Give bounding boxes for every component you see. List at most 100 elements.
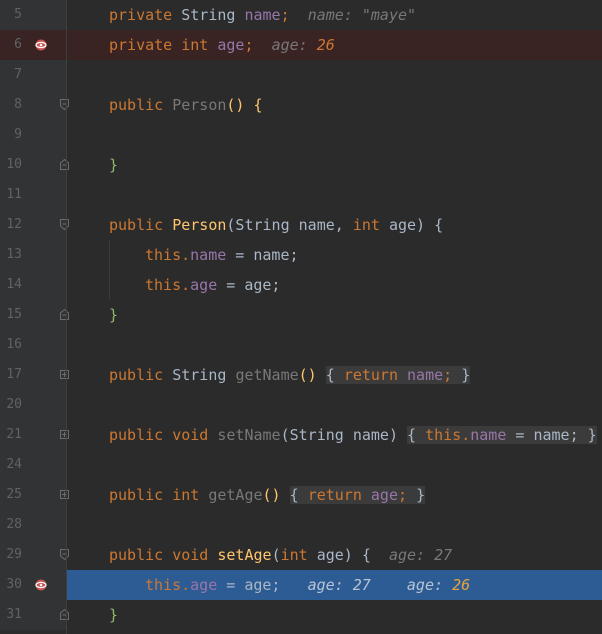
code-line[interactable]: 15 } [0,300,602,330]
type: int [172,486,209,504]
method-name: setName [217,426,281,444]
gutter[interactable]: 30 [0,570,66,600]
brace: } [109,156,119,174]
code-line[interactable]: 10 } [0,150,602,180]
code-text[interactable]: private int age; age: 26 [109,30,335,60]
code-text[interactable]: } [109,300,118,330]
keyword: return [307,486,371,504]
gutter[interactable]: 29 [0,540,69,570]
method-name: setAge [217,546,272,564]
brace: } [109,606,119,624]
code-line[interactable]: 12 public Person(String name, int age) { [0,210,602,240]
brace: { [289,486,308,504]
fold-icon[interactable] [60,609,69,620]
fold-icon[interactable] [60,430,69,439]
code-text[interactable]: this.name = name; [145,240,299,270]
folded-region[interactable]: { this.name = name; } [407,426,597,444]
code-text[interactable]: } [109,150,118,180]
fold-icon[interactable] [60,309,69,320]
code-text[interactable]: public void setAge(int age) { age: 27 [109,540,452,570]
code-text[interactable]: this.age = age; [145,270,280,300]
code-text[interactable]: this.age = age; age: 27 age: 26 [145,570,470,600]
code-editor[interactable]: 5 private String name; name: "maye" 6 pr… [0,0,602,634]
code-text[interactable]: public Person(String name, int age) { [109,210,443,240]
inline-value-label: name: [307,6,362,24]
line-number: 31 [6,607,22,622]
field-name: name [244,6,281,24]
code-text[interactable]: private String name; name: "maye" [109,0,416,30]
gutter[interactable]: 24 [0,450,66,480]
fold-icon[interactable] [60,549,69,560]
code-line-breakpoint[interactable]: 6 private int age; age: 26 [0,30,602,60]
inline-value-label: age: [388,546,435,564]
gutter[interactable]: 10 [0,150,69,180]
fold-icon[interactable] [60,490,69,499]
field-name: name [470,426,507,444]
keyword: public [109,426,173,444]
fold-icon[interactable] [60,99,69,110]
code-text[interactable]: public String getName() { return name; } [109,360,471,390]
keyword: this. [425,426,471,444]
code-line-execution-point[interactable]: 30 this.age = age; age: 27 age: 26 [0,570,602,600]
fold-icon[interactable] [60,219,69,230]
gutter[interactable]: 11 [0,180,66,210]
params: (String name) [280,426,408,444]
gutter[interactable]: 5 [0,0,66,30]
code-line[interactable]: 14 this.age = age; [0,270,602,300]
folded-region[interactable]: { return age; } [289,486,426,504]
code-line[interactable]: 5 private String name; name: "maye" [0,0,602,30]
fold-icon[interactable] [60,159,69,170]
gutter[interactable]: 31 [0,600,69,630]
code-line[interactable]: 13 this.name = name; [0,240,602,270]
gutter[interactable]: 12 [0,210,69,240]
gutter[interactable]: 9 [0,120,66,150]
keyword: private [109,36,182,54]
code-line[interactable]: 20 [0,390,602,420]
code-line[interactable]: 24 [0,450,602,480]
gutter[interactable]: 8 [0,90,69,120]
code-line[interactable]: 7 [0,60,602,90]
keyword: return [343,366,408,384]
gutter[interactable]: 17 [0,360,69,390]
code-line[interactable]: 28 [0,510,602,540]
code-text[interactable]: public void setName(String name) { this.… [109,420,597,450]
gutter[interactable]: 25 [0,480,69,510]
line-number: 24 [6,457,22,472]
keyword: public [109,96,173,114]
folded-region[interactable]: { return name; } [325,366,471,384]
code-line[interactable]: 11 [0,180,602,210]
gutter[interactable]: 16 [0,330,66,360]
code-line[interactable]: 17 public String getName() { return name… [0,360,602,390]
fold-icon[interactable] [60,370,69,379]
gutter[interactable]: 7 [0,60,66,90]
gutter[interactable]: 6 [0,30,66,60]
line-number: 16 [6,337,22,352]
breakpoint-icon[interactable] [33,37,49,53]
type: String [172,366,236,384]
code-line[interactable]: 16 [0,330,602,360]
gutter[interactable]: 14 [0,270,66,300]
breakpoint-icon[interactable] [33,577,49,593]
keyword: this. [145,276,191,294]
code-line[interactable]: 29 public void setAge(int age) { age: 27 [0,540,602,570]
method-name: Person [172,216,227,234]
gutter[interactable]: 20 [0,390,66,420]
line-number: 8 [14,97,22,112]
gutter[interactable]: 15 [0,300,69,330]
keyword: public [109,216,173,234]
method-name: getAge [208,486,263,504]
code-line[interactable]: 9 [0,120,602,150]
gutter[interactable]: 21 [0,420,69,450]
inline-value-label: age: [307,576,353,594]
code-text[interactable]: } [109,600,118,630]
field-name: age [370,486,398,504]
brace: } [461,366,471,384]
gutter[interactable]: 28 [0,510,66,540]
code-line[interactable]: 8 public Person() { [0,90,602,120]
code-text[interactable]: public int getAge() { return age; } [109,480,426,510]
code-line[interactable]: 25 public int getAge() { return age; } [0,480,602,510]
code-line[interactable]: 31 } [0,600,602,630]
code-line[interactable]: 21 public void setName(String name) { th… [0,420,602,450]
gutter[interactable]: 13 [0,240,66,270]
code-text[interactable]: public Person() { [109,90,263,120]
